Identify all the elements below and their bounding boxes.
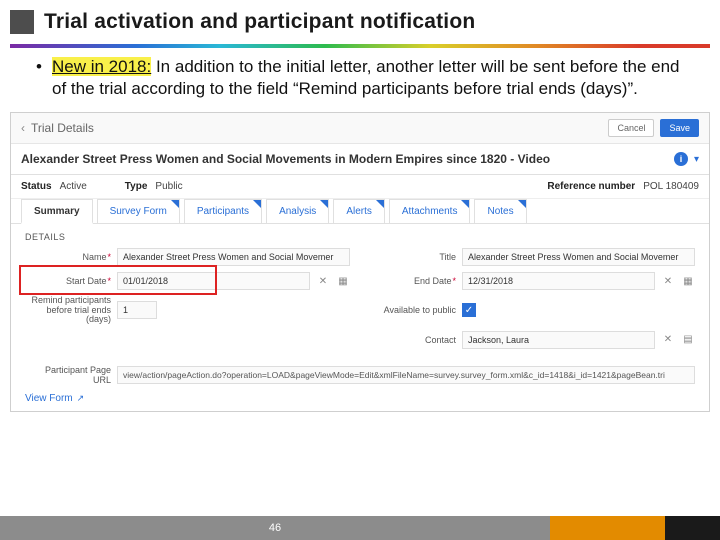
ppu-input[interactable]: view/action/pageAction.do?operation=LOAD… — [117, 366, 695, 384]
remind-input[interactable]: 1 — [117, 301, 157, 319]
footer-black — [665, 516, 720, 540]
tab-label: Notes — [487, 206, 513, 217]
tab-label: Analysis — [279, 206, 316, 217]
tab-label: Alerts — [346, 206, 372, 217]
contact-input[interactable]: Jackson, Laura — [462, 331, 655, 349]
available-to-public-checkbox[interactable]: ✓ — [462, 303, 476, 317]
ref-label: Reference number — [547, 181, 635, 192]
tab-attachments[interactable]: Attachments — [389, 199, 471, 223]
cancel-button[interactable]: Cancel — [608, 119, 654, 137]
tab-survey-form[interactable]: Survey Form — [97, 199, 180, 223]
tab-corner-icon — [253, 200, 261, 208]
available-to-public-label: Available to public — [370, 305, 456, 315]
breadcrumb[interactable]: Trial Details — [31, 121, 94, 135]
tab-corner-icon — [171, 200, 179, 208]
title-label: Title — [370, 252, 456, 262]
meta-row: Status Active Type Public Reference number… — [11, 175, 709, 199]
bullet-dot: • — [36, 56, 52, 100]
list-icon[interactable]: ▤ — [681, 334, 695, 345]
screenshot-header: ‹ Trial Details Cancel Save — [11, 113, 709, 144]
view-form-link[interactable]: View Form ↗ — [11, 385, 709, 412]
info-icon[interactable]: i — [674, 152, 688, 166]
tab-corner-icon — [518, 200, 526, 208]
ppu-label: Participant Page URL — [25, 365, 111, 385]
end-date-label: End Date — [370, 276, 456, 286]
footer: 46 — [0, 516, 720, 540]
external-link-icon: ↗ — [77, 393, 85, 404]
remind-label: Remind participants before trial ends (d… — [25, 296, 111, 324]
calendar-icon[interactable]: ▦ — [681, 276, 695, 287]
tab-participants[interactable]: Participants — [184, 199, 262, 223]
contact-label: Contact — [370, 335, 456, 345]
view-form-label: View Form — [25, 393, 73, 404]
record-title: Alexander Street Press Women and Social … — [21, 152, 550, 166]
tab-label: Survey Form — [110, 206, 167, 217]
tab-corner-icon — [320, 200, 328, 208]
type-label: Type — [125, 181, 148, 192]
type-value: Public — [155, 181, 182, 192]
start-date-label: Start Date — [25, 276, 111, 286]
clear-icon[interactable]: ✕ — [661, 334, 675, 345]
tab-corner-icon — [461, 200, 469, 208]
tab-analysis[interactable]: Analysis — [266, 199, 329, 223]
title-square — [10, 10, 34, 34]
rainbow-divider — [10, 44, 710, 48]
clear-icon[interactable]: ✕ — [661, 276, 675, 287]
tab-label: Participants — [197, 206, 249, 217]
start-date-input[interactable]: 01/01/2018 — [117, 272, 310, 290]
name-input[interactable]: Alexander Street Press Women and Social … — [117, 248, 350, 266]
clear-icon[interactable]: ✕ — [316, 276, 330, 287]
bullet-highlight: New in 2018: — [52, 57, 151, 76]
slide-title: Trial activation and participant notific… — [44, 10, 475, 34]
chevron-down-icon[interactable]: ▾ — [694, 154, 699, 165]
save-button[interactable]: Save — [660, 119, 699, 137]
back-chevron-icon[interactable]: ‹ — [21, 121, 25, 135]
tab-notes[interactable]: Notes — [474, 199, 526, 223]
calendar-icon[interactable]: ▦ — [336, 276, 350, 287]
tab-label: Attachments — [402, 206, 458, 217]
status-label: Status — [21, 181, 52, 192]
tab-summary[interactable]: Summary — [21, 199, 93, 224]
footer-orange — [550, 516, 665, 540]
tab-alerts[interactable]: Alerts — [333, 199, 385, 223]
name-label: Name — [25, 252, 111, 262]
end-date-input[interactable]: 12/31/2018 — [462, 272, 655, 290]
bullet-item: • New in 2018: In addition to the initia… — [36, 56, 696, 100]
page-number: 46 — [269, 522, 281, 534]
tab-corner-icon — [376, 200, 384, 208]
ref-value: POL 180409 — [643, 181, 699, 192]
title-input[interactable]: Alexander Street Press Women and Social … — [462, 248, 695, 266]
section-label: DETAILS — [11, 224, 709, 244]
tabs: Summary Survey Form Participants Analysi… — [11, 199, 709, 224]
embedded-screenshot: ‹ Trial Details Cancel Save Alexander St… — [10, 112, 710, 412]
status-value: Active — [60, 181, 87, 192]
